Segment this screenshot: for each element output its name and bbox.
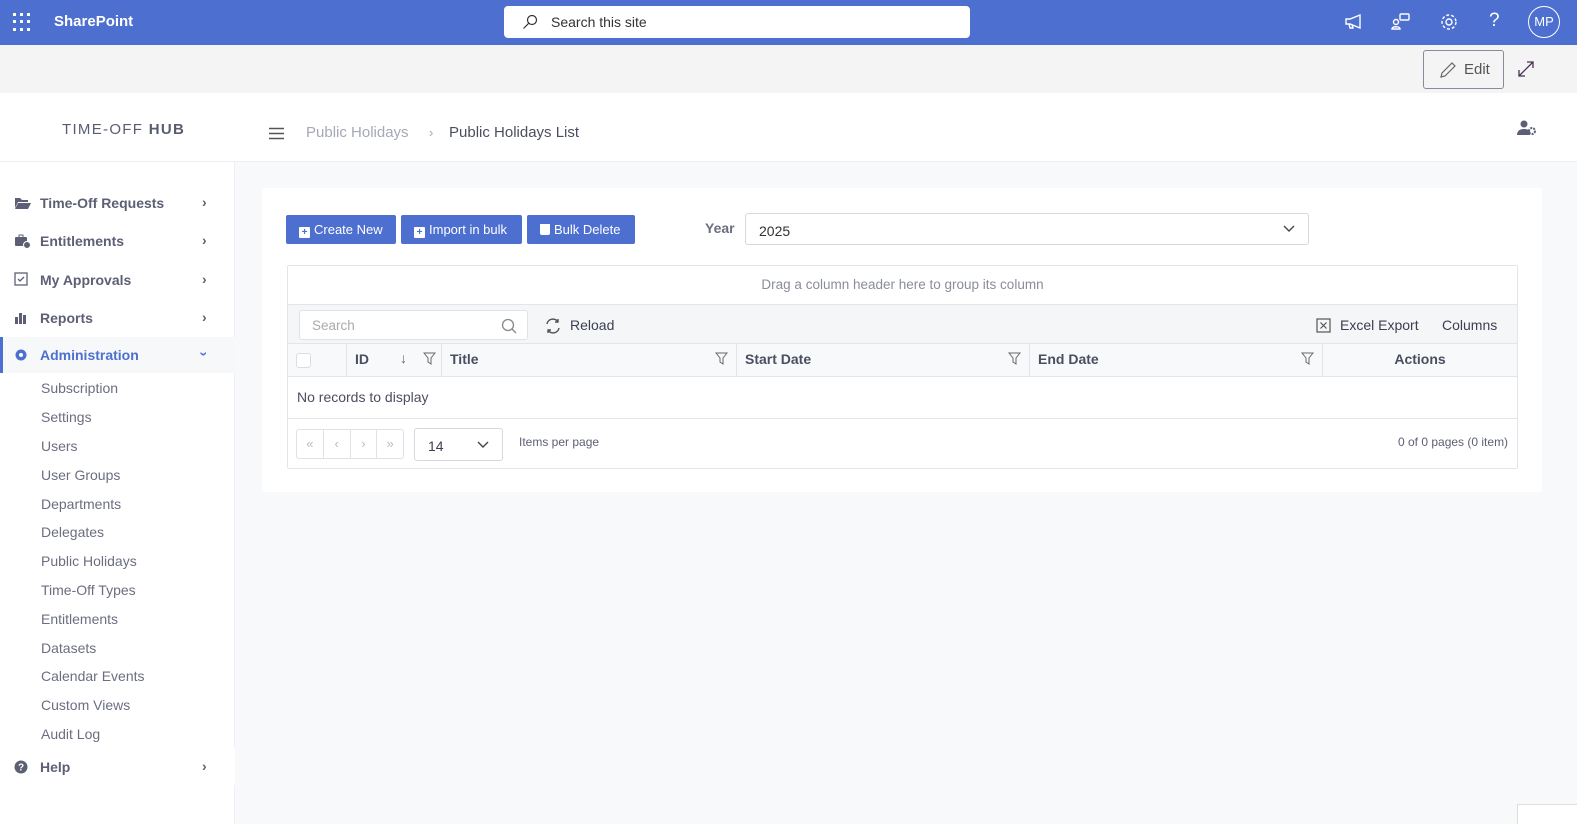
page-info: 0 of 0 pages (0 item) bbox=[1398, 435, 1509, 449]
bulk-delete-button[interactable]: Bulk Delete bbox=[527, 215, 635, 244]
filter-icon bbox=[715, 352, 728, 365]
edit-button[interactable]: Edit bbox=[1423, 50, 1504, 89]
sidebar-subitem[interactable]: User Groups bbox=[41, 467, 120, 483]
sidebar-item-help[interactable]: ? Help › bbox=[0, 749, 235, 785]
sidebar-subitem[interactable]: Subscription bbox=[41, 380, 118, 396]
chevron-right-icon: › bbox=[202, 232, 207, 248]
sidebar-subitem[interactable]: Users bbox=[41, 438, 78, 454]
svg-text:?: ? bbox=[18, 763, 24, 774]
pager-divider bbox=[288, 418, 1517, 419]
column-header-title[interactable]: Title bbox=[442, 344, 737, 377]
sidebar-subitem[interactable]: Time-Off Types bbox=[41, 582, 136, 598]
gear-icon[interactable] bbox=[1438, 11, 1460, 33]
trash-icon bbox=[540, 224, 550, 235]
chevron-down-icon: › bbox=[196, 351, 213, 357]
select-all-checkbox[interactable] bbox=[296, 353, 311, 368]
page-size-select[interactable]: 14 bbox=[414, 428, 503, 461]
sidebar-item-administration[interactable]: Administration › bbox=[0, 337, 235, 373]
gear-icon bbox=[15, 349, 27, 361]
chevron-right-icon: › bbox=[202, 194, 207, 210]
column-header-id[interactable]: ID ↓ bbox=[347, 344, 442, 377]
reload-icon[interactable] bbox=[544, 317, 562, 335]
year-select[interactable]: 2025 bbox=[745, 213, 1309, 245]
sidebar-subitem[interactable]: Settings bbox=[41, 409, 92, 425]
year-label: Year bbox=[705, 220, 735, 236]
search-icon bbox=[501, 318, 517, 334]
chevron-right-icon: › bbox=[202, 758, 207, 774]
select-all-cell bbox=[288, 344, 347, 377]
reload-button[interactable]: Reload bbox=[570, 317, 614, 333]
sidebar-subitem[interactable]: Entitlements bbox=[41, 611, 118, 627]
grid-header-row: ID ↓ Title Start Date End Date Actions bbox=[288, 344, 1517, 377]
chevron-down-icon bbox=[477, 441, 489, 448]
sidebar-subitem[interactable]: Calendar Events bbox=[41, 668, 145, 684]
sidebar-item-my-approvals[interactable]: My Approvals › bbox=[0, 262, 235, 298]
next-page-button[interactable]: › bbox=[351, 430, 378, 458]
items-per-page-label: Items per page bbox=[519, 435, 600, 449]
column-header-end-date[interactable]: End Date bbox=[1030, 344, 1323, 377]
sidebar-subitem[interactable]: Public Holidays bbox=[41, 553, 137, 569]
sort-desc-icon: ↓ bbox=[400, 350, 407, 366]
brand-name[interactable]: SharePoint bbox=[54, 13, 133, 30]
chat-icon[interactable] bbox=[1390, 11, 1412, 33]
chevron-down-icon bbox=[1283, 225, 1295, 232]
search-icon bbox=[523, 14, 538, 29]
empty-message: No records to display bbox=[297, 389, 429, 405]
sidebar-subitem[interactable]: Custom Views bbox=[41, 697, 130, 713]
sidebar-subitem[interactable]: Departments bbox=[41, 496, 121, 512]
filter-icon bbox=[1008, 352, 1021, 365]
excel-export-button[interactable]: Excel Export bbox=[1340, 317, 1419, 333]
pager: « ‹ › » bbox=[296, 429, 404, 459]
first-page-button[interactable]: « bbox=[297, 430, 324, 458]
search-placeholder: Search this site bbox=[551, 14, 647, 30]
plus-square-icon: + bbox=[414, 227, 425, 238]
help-circle-icon: ? bbox=[14, 760, 28, 774]
sidebar-item-entitlements[interactable]: Entitlements › bbox=[0, 223, 235, 259]
app-logo[interactable]: TIME-OFF HUB bbox=[62, 121, 185, 138]
grid-search-input[interactable]: Search bbox=[299, 310, 528, 340]
checkbox-icon bbox=[14, 272, 28, 286]
edit-label: Edit bbox=[1464, 61, 1490, 78]
hamburger-menu-icon[interactable] bbox=[269, 127, 284, 140]
site-search-input[interactable]: Search this site bbox=[504, 6, 970, 38]
prev-page-button[interactable]: ‹ bbox=[324, 430, 351, 458]
sidebar-item-time-off-requests[interactable]: Time-Off Requests › bbox=[0, 185, 235, 221]
breadcrumb-current: Public Holidays List bbox=[449, 124, 580, 141]
command-bar bbox=[0, 45, 1577, 93]
filter-icon bbox=[423, 352, 436, 365]
plus-square-icon: + bbox=[299, 227, 310, 238]
group-panel[interactable]: Drag a column header here to group its c… bbox=[288, 266, 1517, 305]
column-header-actions: Actions bbox=[1394, 351, 1446, 367]
bar-chart-icon bbox=[15, 313, 26, 324]
folder-open-icon bbox=[15, 198, 31, 209]
columns-button[interactable]: Columns bbox=[1442, 317, 1497, 333]
user-settings-icon[interactable] bbox=[1517, 120, 1537, 136]
avatar[interactable]: MP bbox=[1528, 6, 1560, 38]
briefcase-clock-icon bbox=[15, 234, 31, 249]
help-icon[interactable]: ? bbox=[1489, 10, 1500, 32]
app-header bbox=[0, 93, 1577, 162]
chevron-right-icon: › bbox=[202, 271, 207, 287]
create-new-button[interactable]: + Create New bbox=[286, 215, 396, 244]
sidebar-subitem[interactable]: Datasets bbox=[41, 640, 96, 656]
import-in-bulk-button[interactable]: + Import in bulk bbox=[401, 215, 522, 244]
breadcrumb-separator: › bbox=[429, 125, 434, 140]
excel-icon[interactable] bbox=[1316, 318, 1331, 333]
sidebar-subitem[interactable]: Delegates bbox=[41, 524, 104, 540]
column-header-start-date[interactable]: Start Date bbox=[737, 344, 1030, 377]
pencil-icon bbox=[1440, 62, 1456, 78]
breadcrumb-public-holidays[interactable]: Public Holidays bbox=[306, 124, 409, 141]
sidebar-subitem[interactable]: Audit Log bbox=[41, 726, 100, 742]
expand-icon[interactable] bbox=[1517, 60, 1535, 78]
chevron-right-icon: › bbox=[202, 309, 207, 325]
corner-popup bbox=[1517, 804, 1577, 824]
filter-icon bbox=[1301, 352, 1314, 365]
app-launcher-icon[interactable] bbox=[13, 13, 31, 31]
sidebar-item-reports[interactable]: Reports › bbox=[0, 300, 235, 336]
sidebar: Time-Off Requests › Entitlements › My Appr… bbox=[0, 162, 235, 824]
megaphone-icon[interactable] bbox=[1343, 11, 1365, 33]
last-page-button[interactable]: » bbox=[377, 430, 403, 458]
suite-bar: SharePoint Search this site ? MP bbox=[0, 0, 1577, 45]
